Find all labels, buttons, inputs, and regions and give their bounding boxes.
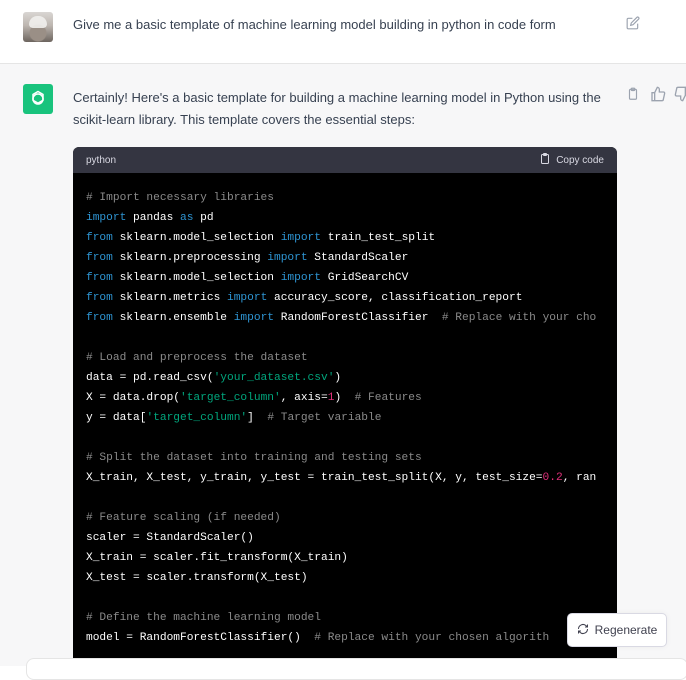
message-actions — [626, 86, 686, 102]
code-line: from sklearn.model_selection import trai… — [86, 228, 604, 248]
code-token: # Target variable — [267, 412, 382, 424]
copy-code-button[interactable]: Copy code — [539, 152, 604, 168]
code-token: data = pd.read_csv( — [86, 372, 214, 384]
code-token: from — [86, 232, 113, 244]
code-token: , axis= — [280, 392, 328, 404]
code-token: import — [280, 272, 321, 284]
code-line: # Split the dataset into training and te… — [86, 448, 604, 468]
code-token: 0.2 — [542, 472, 563, 484]
code-line: from sklearn.metrics import accuracy_sco… — [86, 288, 604, 308]
regenerate-button[interactable]: Regenerate — [567, 613, 667, 647]
code-token: import — [267, 252, 308, 264]
code-token: ) — [334, 392, 355, 404]
code-line: y = data['target_column'] # Target varia… — [86, 408, 604, 428]
code-token: accuracy_score, classification_report — [267, 292, 523, 304]
code-token: from — [86, 292, 113, 304]
code-line: # Load and preprocess the dataset — [86, 348, 604, 368]
code-token: import — [86, 212, 127, 224]
code-header: python Copy code — [73, 147, 617, 173]
code-token: sklearn.model_selection — [112, 232, 281, 244]
code-token: X = data.drop( — [86, 392, 180, 404]
code-line: X_test = scaler.transform(X_test) — [86, 568, 604, 588]
code-token: # Split the dataset into training and te… — [86, 452, 422, 464]
edit-icon[interactable] — [626, 16, 640, 30]
copy-code-label: Copy code — [556, 154, 604, 166]
code-line: # Define the machine learning model — [86, 608, 604, 628]
code-token: sklearn.preprocessing — [112, 252, 268, 264]
code-token: # Replace with your cho — [441, 312, 597, 324]
code-line: model = RandomForestClassifier() # Repla… — [86, 628, 604, 648]
thumbs-up-icon[interactable] — [650, 86, 666, 102]
code-line: import pandas as pd — [86, 208, 604, 228]
code-token: from — [86, 252, 113, 264]
code-token: train_test_split — [321, 232, 436, 244]
refresh-icon — [577, 623, 589, 638]
clipboard-icon — [539, 152, 551, 168]
message-input-box[interactable] — [26, 658, 686, 680]
code-line: scaler = StandardScaler() — [86, 528, 604, 548]
code-line: X_train, X_test, y_train, y_test = train… — [86, 468, 604, 488]
code-block: python Copy code # Import necessary libr… — [73, 147, 617, 667]
code-line: data = pd.read_csv('your_dataset.csv') — [86, 368, 604, 388]
code-line: from sklearn.model_selection import Grid… — [86, 268, 604, 288]
clipboard-icon[interactable] — [626, 86, 642, 102]
code-token: from — [86, 272, 113, 284]
code-token: X_test = scaler.transform(X_test) — [86, 572, 308, 584]
code-token: import — [280, 232, 321, 244]
user-message-text: Give me a basic template of machine lear… — [73, 17, 556, 32]
code-token: y = data[ — [86, 412, 147, 424]
code-token: # Define the machine learning model — [86, 612, 321, 624]
code-token: # Load and preprocess the dataset — [86, 352, 308, 364]
code-token: # Features — [354, 392, 422, 404]
code-token: ) — [334, 372, 342, 384]
code-line: # Import necessary libraries — [86, 188, 604, 208]
code-token: , ran — [562, 472, 597, 484]
code-token: 'target_column' — [146, 412, 248, 424]
code-token: # Feature scaling (if needed) — [86, 512, 281, 524]
code-token: import — [227, 292, 268, 304]
code-line: X = data.drop('target_column', axis=1) #… — [86, 388, 604, 408]
code-token: # Replace with your chosen algorith — [314, 632, 550, 644]
regenerate-label: Regenerate — [594, 623, 658, 637]
code-line: from sklearn.preprocessing import Standa… — [86, 248, 604, 268]
code-token: RandomForestClassifier — [274, 312, 442, 324]
code-token: X_train, X_test, y_train, y_test = train… — [86, 472, 543, 484]
thumbs-down-icon[interactable] — [674, 86, 686, 102]
user-message-row: Give me a basic template of machine lear… — [0, 0, 686, 64]
code-token: sklearn.model_selection — [112, 272, 281, 284]
code-line: # Feature scaling (if needed) — [86, 508, 604, 528]
code-line: from sklearn.ensemble import RandomFores… — [86, 308, 604, 328]
chatgpt-logo-icon — [23, 84, 53, 114]
code-token: pandas — [126, 212, 181, 224]
code-token: sklearn.metrics — [112, 292, 227, 304]
code-token: as — [180, 212, 194, 224]
code-line: X_train = scaler.fit_transform(X_train) — [86, 548, 604, 568]
code-token: from — [86, 312, 113, 324]
code-token: # Import necessary libraries — [86, 192, 274, 204]
code-content: # Import necessary libraries import panda… — [73, 173, 617, 648]
code-token: 'your_dataset.csv' — [213, 372, 335, 384]
code-token: StandardScaler — [307, 252, 409, 264]
code-language-label: python — [86, 154, 117, 166]
assistant-message-text: Certainly! Here's a basic template for b… — [73, 90, 601, 127]
code-token: import — [233, 312, 275, 324]
code-token: ] — [247, 412, 268, 424]
user-avatar — [23, 12, 53, 42]
code-token: 'target_column' — [180, 392, 281, 404]
assistant-message-row: Certainly! Here's a basic template for b… — [0, 64, 686, 667]
code-token: model = RandomForestClassifier() — [86, 632, 315, 644]
code-token: GridSearchCV — [321, 272, 409, 284]
code-token: scaler = StandardScaler() — [86, 532, 254, 544]
code-token: sklearn.ensemble — [112, 312, 234, 324]
code-token: X_train = scaler.fit_transform(X_train) — [86, 552, 348, 564]
code-token: pd — [193, 212, 214, 224]
